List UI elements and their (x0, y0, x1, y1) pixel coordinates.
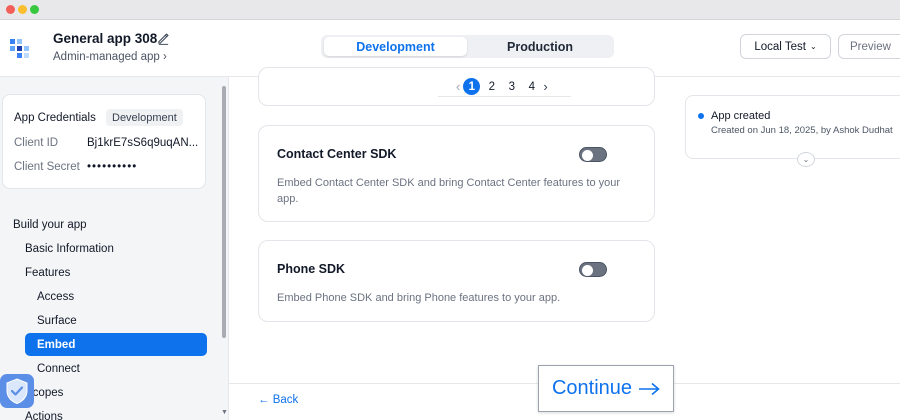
arrow-right-icon (639, 382, 660, 395)
pager-prev-icon[interactable]: ‹ (456, 79, 460, 94)
sidebar-item-access[interactable]: Access (37, 291, 74, 303)
sidebar-item-connect[interactable]: Connect (37, 363, 80, 375)
client-secret-value[interactable]: •••••••••• (87, 161, 137, 173)
pagination: ‹ 1 2 3 4 › (438, 77, 571, 97)
page-4[interactable]: 4 (523, 78, 540, 95)
app-logo-icon (10, 39, 29, 58)
activity-title: App created (711, 110, 771, 122)
app-name-title: General app 308 (53, 31, 158, 46)
preview-button[interactable]: Preview (838, 34, 900, 59)
continue-button[interactable]: Continue (538, 365, 674, 412)
sidebar-item-actions[interactable]: Actions (25, 411, 63, 420)
contact-center-sdk-toggle[interactable] (579, 147, 607, 162)
continue-label: Continue (551, 377, 633, 399)
minimize-window-button[interactable] (18, 5, 27, 14)
credentials-title: App Credentials (14, 112, 96, 124)
sdk-title: Contact Center SDK (277, 147, 397, 161)
local-test-button[interactable]: Local Test ⌄ (740, 34, 831, 59)
maximize-window-button[interactable] (30, 5, 39, 14)
sidebar-item-surface[interactable]: Surface (37, 315, 77, 327)
pager-next-icon[interactable]: › (543, 79, 547, 94)
client-id-value[interactable]: Bj1krE7sS6q9uqAN... (87, 137, 198, 149)
page-2[interactable]: 2 (483, 78, 500, 95)
page-3[interactable]: 3 (503, 78, 520, 95)
client-id-label: Client ID (14, 137, 59, 149)
close-window-button[interactable] (6, 5, 15, 14)
timeline-dot-icon (698, 113, 704, 119)
phone-sdk-toggle[interactable] (579, 262, 607, 277)
build-your-app-heading: Build your app (13, 219, 87, 231)
page-1[interactable]: 1 (463, 78, 481, 95)
sdk-title: Phone SDK (277, 262, 346, 276)
activity-panel: App created Created on Jun 18, 2025, by … (685, 95, 900, 167)
local-test-label: Local Test (754, 40, 806, 53)
sidebar-item-embed[interactable]: Embed (25, 333, 207, 356)
activity-subtitle: Created on Jun 18, 2025, by Ashok Dudhat (711, 125, 893, 136)
client-secret-label: Client Secret (14, 161, 80, 173)
environment-badge: Development (106, 109, 183, 126)
window-titlebar (0, 0, 900, 20)
expand-chevron-icon[interactable]: ⌄ (797, 152, 815, 167)
sdk-description: Embed Contact Center SDK and bring Conta… (277, 177, 621, 205)
app-type-link[interactable]: Admin-managed app › (53, 51, 167, 63)
security-shield-icon[interactable] (0, 374, 34, 408)
sdk-description: Embed Phone SDK and bring Phone features… (277, 292, 561, 304)
back-link[interactable]: ← Back (258, 394, 298, 406)
sidebar-item-basic-information[interactable]: Basic Information (25, 243, 114, 255)
sidebar-item-features[interactable]: Features (25, 267, 70, 279)
app-window: General app 308 Admin-managed app › Deve… (0, 0, 900, 420)
tab-development[interactable]: Development (324, 37, 467, 56)
contact-center-sdk-card: Contact Center SDK Embed Contact Center … (258, 125, 655, 222)
scroll-down-arrow-icon[interactable]: ▼ (221, 409, 228, 416)
sidebar-scrollbar[interactable] (222, 86, 226, 338)
environment-switch: Development Production (321, 35, 614, 58)
phone-sdk-card: Phone SDK Embed Phone SDK and bring Phon… (258, 240, 655, 322)
edit-pencil-icon[interactable] (157, 32, 170, 45)
chevron-down-icon: ⌄ (809, 42, 817, 51)
sidebar: App Credentials Development Client ID Bj… (0, 77, 229, 420)
app-credentials-card: App Credentials Development Client ID Bj… (2, 94, 206, 189)
tab-production[interactable]: Production (469, 37, 611, 56)
main-content: ‹ 1 2 3 4 › Contact Center SDK Embed Con… (229, 67, 900, 420)
